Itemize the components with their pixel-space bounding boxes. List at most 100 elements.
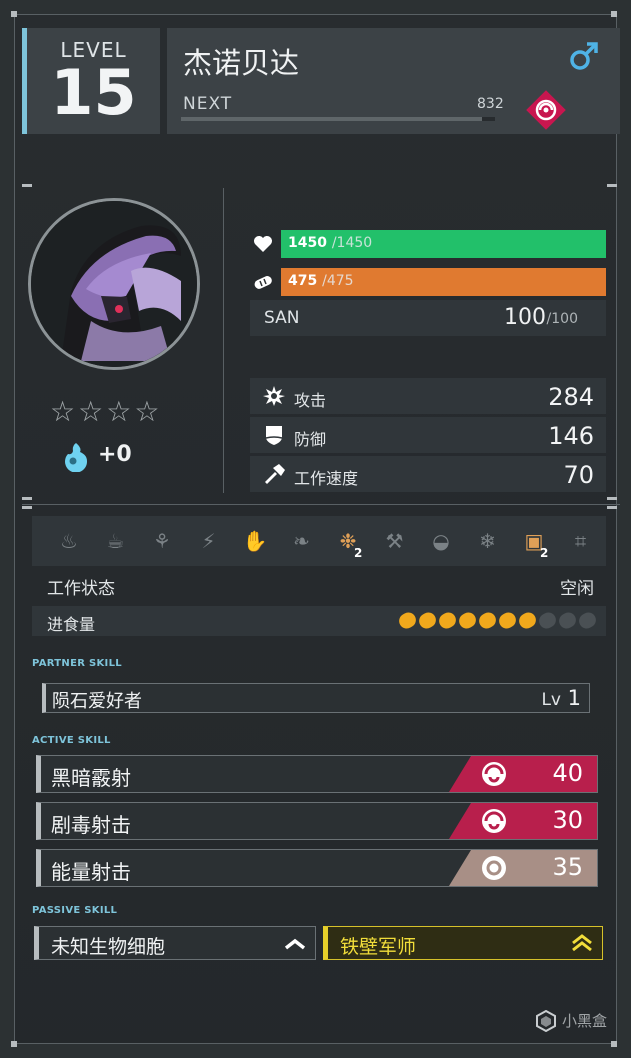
stat-label: 防御 — [294, 430, 327, 449]
level-value: 15 — [50, 56, 137, 129]
work-status-row: 工作状态 空闲 — [32, 568, 606, 602]
san-label: SAN — [264, 308, 300, 328]
rank-star-icon: ☆ — [106, 395, 132, 428]
soul-rank-value: +0 — [98, 442, 132, 467]
kindling-icon[interactable]: ♨ — [56, 528, 82, 554]
san-max: /100 — [546, 311, 578, 327]
passive-skill-row[interactable]: 未知生物细胞 — [34, 926, 316, 960]
watering-icon[interactable]: ☕ — [103, 528, 129, 554]
active-skill-power: 35 — [552, 853, 583, 881]
corner-marker — [22, 497, 32, 500]
active-skill-row[interactable]: 能量射击 35 — [36, 849, 598, 887]
pal-portrait — [28, 198, 200, 370]
food-unit-icon — [576, 609, 599, 632]
name-box: 杰诺贝达 NEXT 832 — [167, 28, 620, 134]
handiwork-icon[interactable]: ✋ — [242, 528, 268, 554]
corner-marker — [611, 1041, 617, 1047]
stat-row-attack: 攻击 284 — [250, 378, 606, 414]
food-intake-row: 进食量 — [32, 606, 606, 636]
work-level-badge: 2 — [354, 546, 363, 560]
active-skill-power: 40 — [552, 759, 583, 787]
san-current: 100 — [504, 305, 546, 330]
passive-skill-title: PASSIVE SKILL — [32, 905, 118, 916]
san-value-group: 100 /100 — [486, 300, 606, 336]
stat-value: 70 — [563, 461, 594, 489]
food-unit-icon — [456, 609, 479, 632]
food-bar: 475 /475 — [281, 268, 606, 296]
shield-icon — [265, 426, 283, 445]
stat-label: 工作速度 — [294, 469, 359, 488]
cooling-icon[interactable]: ❄ — [475, 528, 501, 554]
food-unit-icon — [416, 609, 439, 632]
lumbering-icon[interactable]: ❉ 2 — [335, 528, 363, 560]
hp-bar: 1450 /1450 — [281, 230, 606, 258]
watermark-text: 小黑盒 — [562, 1012, 608, 1030]
work-status-value: 空闲 — [560, 579, 594, 599]
planting-icon[interactable]: ⚘ — [149, 528, 175, 554]
corner-marker — [11, 11, 17, 17]
stat-value: 284 — [548, 383, 594, 411]
dark-element-icon — [526, 90, 566, 130]
active-skill-row[interactable]: 剧毒射击 30 — [36, 802, 598, 840]
active-skill-row[interactable]: 黑暗霰射 40 — [36, 755, 598, 793]
bread-icon — [254, 276, 272, 289]
hp-bar-row: 1450 /1450 — [250, 230, 606, 258]
stat-row-defense: 防御 146 — [250, 417, 606, 453]
corner-marker — [607, 506, 617, 509]
neutral-ring-icon — [482, 856, 506, 880]
food-bar-row: 475 /475 — [250, 268, 606, 296]
pal-name[interactable]: 杰诺贝达 — [183, 40, 299, 82]
rank-up-2-icon — [572, 934, 592, 952]
rank-star-icon: ☆ — [50, 395, 76, 428]
food-intake-meter — [396, 609, 599, 632]
active-skill-power: 30 — [552, 806, 583, 834]
transporting-icon[interactable]: ▣ 2 — [521, 528, 549, 560]
food-current: 475 — [288, 273, 318, 289]
passive-skill-name: 未知生物细胞 — [51, 936, 166, 958]
partner-skill-title: PARTNER SKILL — [32, 658, 122, 669]
partner-skill-lv-value: 1 — [567, 686, 581, 710]
electricity-icon[interactable]: ⚡ — [196, 528, 222, 554]
hp-max: /1450 — [331, 235, 373, 251]
active-skill-title: ACTIVE SKILL — [32, 735, 111, 746]
mining-icon[interactable]: ⚒ — [382, 528, 408, 554]
food-unit-icon — [476, 609, 499, 632]
food-unit-icon — [536, 609, 559, 632]
active-skill-name: 能量射击 — [51, 860, 131, 884]
dark-swirl-icon — [482, 762, 506, 786]
partner-skill-lv-label: Lv — [541, 690, 561, 710]
gathering-icon[interactable]: ❧ — [289, 528, 315, 554]
partner-skill-row[interactable]: 陨石爱好者 Lv 1 — [42, 683, 590, 713]
rank-stars: ☆ ☆ ☆ ☆ — [50, 395, 159, 428]
active-skill-name: 剧毒射击 — [51, 813, 131, 837]
next-exp-value: 832 — [477, 96, 504, 112]
corner-marker — [22, 184, 32, 187]
active-skill-name: 黑暗霰射 — [51, 766, 131, 790]
farming-icon[interactable]: ⌗ — [568, 528, 594, 554]
exp-bar-fill — [181, 117, 483, 121]
food-unit-icon — [436, 609, 459, 632]
corner-marker — [607, 184, 617, 187]
hp-current: 1450 — [288, 235, 327, 251]
heart-icon — [254, 236, 272, 252]
corner-marker — [22, 506, 32, 509]
food-unit-icon — [496, 609, 519, 632]
pal-portrait-image — [31, 201, 197, 367]
stat-row-work-speed: 工作速度 70 — [250, 456, 606, 492]
pal-summary-screen: LEVEL 15 杰诺贝达 NEXT 832 ☆ ☆ ☆ ☆ +0 1450 /… — [0, 0, 631, 1058]
food-max: /475 — [322, 273, 354, 289]
active-skill-element-tag: 40 — [449, 756, 597, 792]
male-symbol-icon — [570, 42, 598, 70]
san-row: SAN 100 /100 — [250, 300, 606, 336]
work-level-badge: 2 — [540, 546, 549, 560]
corner-marker — [11, 1041, 17, 1047]
vertical-divider — [223, 188, 224, 493]
stat-value: 146 — [548, 422, 594, 450]
work-status-label: 工作状态 — [47, 579, 115, 599]
medicine-icon[interactable]: ◒ — [428, 528, 454, 554]
food-unit-icon — [556, 609, 579, 632]
active-skill-element-tag: 35 — [449, 850, 597, 886]
work-suitability-bar: ♨ ☕ ⚘ ⚡ ✋ ❧ ❉ 2 ⚒ ◒ ❄ ▣ 2 ⌗ — [32, 516, 606, 566]
attack-burst-icon — [263, 386, 285, 406]
passive-skill-row-highlight[interactable]: 铁壁军师 — [323, 926, 603, 960]
